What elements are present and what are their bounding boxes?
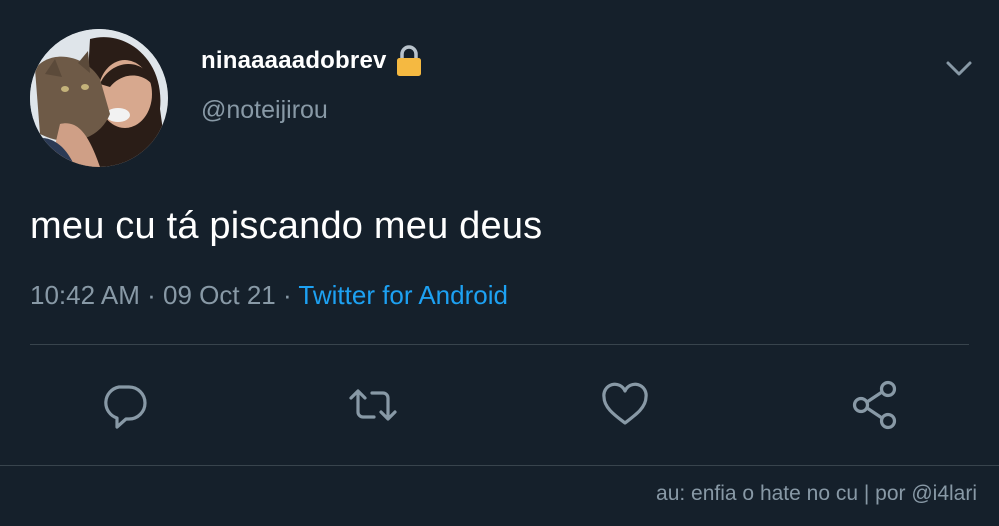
lock-icon <box>395 44 423 78</box>
user-handle[interactable]: @noteijirou <box>201 96 328 125</box>
action-bar <box>0 378 999 432</box>
like-icon <box>602 382 648 425</box>
avatar[interactable] <box>30 29 168 167</box>
share-button[interactable] <box>848 378 902 432</box>
tweet-time[interactable]: 10:42 AM <box>30 280 140 310</box>
share-icon <box>852 380 897 430</box>
tweet-text: meu cu tá piscando meu deus <box>30 205 543 247</box>
display-name-text: ninaaaaadobrev <box>201 47 387 74</box>
chevron-down-icon[interactable] <box>944 55 974 81</box>
tweet-source-link[interactable]: Twitter for Android <box>298 280 508 310</box>
watermark-credit: au: enfia o hate no cu | por @i4lari <box>656 482 977 505</box>
retweet-button[interactable] <box>346 378 400 432</box>
tweet-card: ninaaaaadobrev @noteijirou meu cu tá pis… <box>0 0 999 466</box>
like-button[interactable] <box>598 378 652 432</box>
reply-icon <box>104 385 147 429</box>
avatar-image <box>30 29 168 167</box>
meta-separator: · <box>282 280 292 310</box>
reply-button[interactable] <box>97 378 151 432</box>
meta-separator: · <box>147 280 156 310</box>
divider <box>30 344 969 345</box>
bottom-divider <box>0 465 999 466</box>
display-name[interactable]: ninaaaaadobrev <box>201 44 423 78</box>
tweet-meta: 10:42 AM · 09 Oct 21 · Twitter for Andro… <box>30 280 508 311</box>
retweet-icon <box>349 389 397 421</box>
tweet-date[interactable]: 09 Oct 21 <box>163 280 276 310</box>
